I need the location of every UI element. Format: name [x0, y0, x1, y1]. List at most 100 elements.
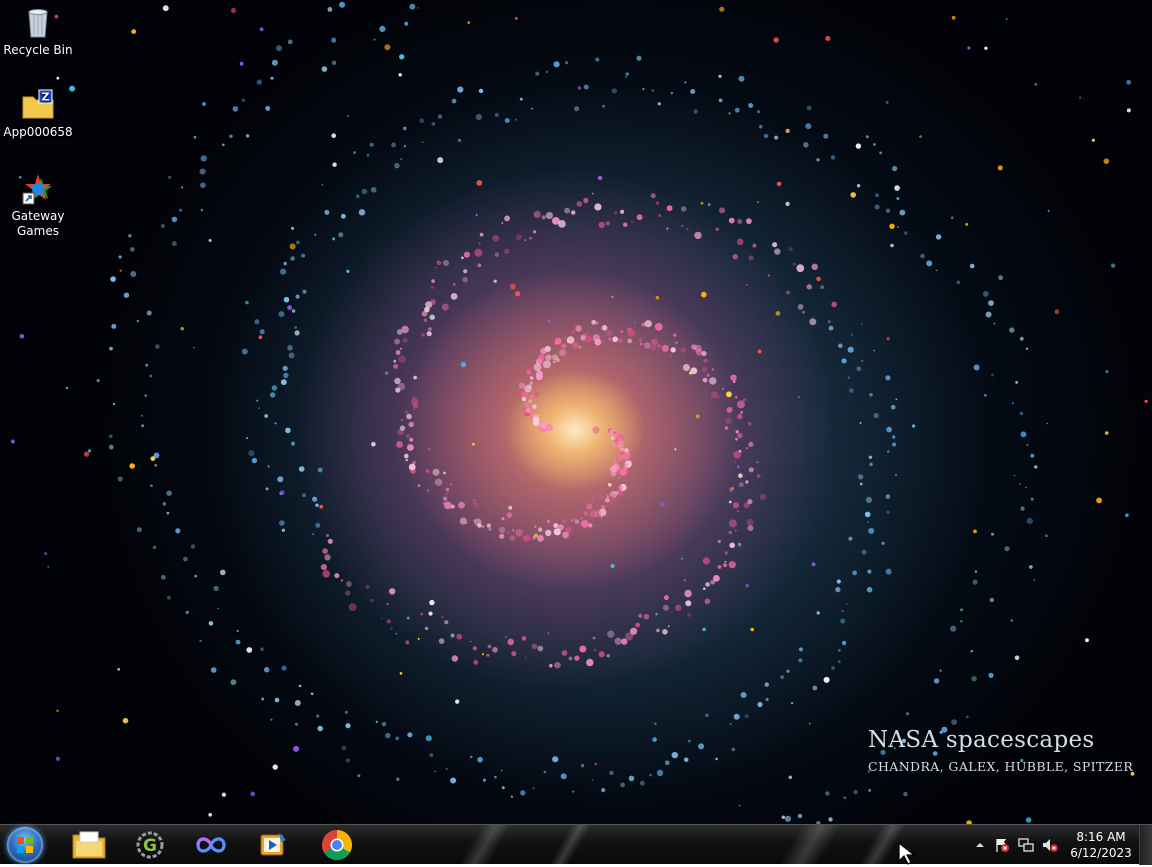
galaxy-star [591, 499, 594, 503]
galaxy-star [406, 434, 410, 438]
galaxy-star [737, 219, 743, 224]
start-button[interactable] [7, 827, 43, 863]
galaxy-star [684, 589, 692, 598]
taskbar-app-g[interactable]: G [124, 826, 176, 864]
show-hidden-icons-arrow[interactable] [972, 837, 988, 853]
galaxy-star [861, 359, 864, 362]
taskbar-clock[interactable]: 8:16 AM 6/12/2023 [1066, 829, 1136, 861]
galaxy-star [733, 502, 739, 509]
show-desktop-button[interactable] [1139, 825, 1152, 865]
galaxy-star [717, 565, 722, 569]
galaxy-star [483, 778, 486, 782]
galaxy-star [828, 817, 833, 822]
galaxy-star [701, 350, 707, 357]
desktop-icon-app000658[interactable]: Z App000658 [0, 88, 76, 140]
field-star [347, 115, 349, 117]
svg-text:Z: Z [42, 91, 50, 104]
field-star [429, 314, 435, 320]
galaxy-star [738, 75, 745, 82]
wallpaper-subtitle: CHANDRA, GALEX, HUBBLE, SPITZER [868, 759, 1134, 774]
galaxy-star [734, 396, 738, 399]
galaxy-star [554, 661, 561, 669]
taskbar-file-explorer[interactable] [63, 826, 115, 864]
galaxy-star [595, 57, 600, 62]
galaxy-star [606, 495, 609, 498]
galaxy-star [283, 261, 287, 266]
galaxy-star [507, 531, 510, 534]
field-star [973, 529, 977, 534]
galaxy-star [183, 556, 188, 562]
field-star [967, 46, 971, 50]
galaxy-star [560, 773, 567, 780]
galaxy-star [705, 713, 709, 717]
galaxy-star [725, 417, 732, 424]
taskbar: G 8:16 AM 6/12/2023 [0, 824, 1152, 865]
taskbar-app-infinity[interactable] [185, 826, 237, 864]
galaxy-star [951, 719, 957, 725]
galaxy-star [315, 503, 319, 507]
galaxy-star [594, 203, 602, 211]
desktop-icon-label: App000658 [3, 125, 73, 139]
galaxy-star [356, 194, 360, 198]
galaxy-star [892, 442, 897, 447]
action-center-flag-icon[interactable] [994, 837, 1010, 853]
galaxy-star [885, 375, 891, 381]
galaxy-star [499, 526, 506, 534]
field-star [785, 128, 790, 133]
field-star [1034, 83, 1037, 86]
galaxy-star [398, 355, 406, 363]
galaxy-star [402, 126, 407, 131]
galaxy-star [737, 510, 739, 512]
taskbar-app-media[interactable] [247, 826, 299, 864]
desktop-icon-gateway-games[interactable]: Gateway Games [0, 172, 76, 239]
galaxy-star [578, 510, 580, 513]
galaxy-star [756, 474, 761, 478]
galaxy-star [241, 348, 248, 355]
galaxy-star [389, 588, 396, 595]
field-star [119, 269, 122, 272]
galaxy-star [321, 66, 328, 72]
field-star [1091, 138, 1095, 142]
network-icon[interactable] [1018, 837, 1034, 853]
galaxy-star [353, 151, 357, 155]
galaxy-star [675, 604, 682, 611]
galaxy-star [1046, 422, 1048, 425]
galaxy-star [331, 37, 337, 43]
galaxy-star [740, 411, 743, 414]
galaxy-star [160, 224, 165, 228]
field-star [1018, 483, 1021, 485]
galaxy-star [730, 374, 737, 381]
taskbar-google-chrome[interactable] [311, 826, 363, 864]
galaxy-star [784, 815, 792, 822]
volume-muted-icon[interactable] [1042, 837, 1058, 853]
galaxy-star [552, 756, 559, 763]
galaxy-star [737, 542, 742, 547]
galaxy-star [279, 520, 285, 526]
galaxy-star [1012, 402, 1014, 405]
galaxy-star [479, 232, 484, 237]
galaxy-star [711, 368, 715, 371]
galaxy-star [612, 336, 618, 343]
galaxy-star [594, 321, 599, 325]
field-star [855, 143, 862, 149]
galaxy-star [852, 570, 857, 576]
galaxy-star [280, 379, 287, 386]
galaxy-star [811, 263, 818, 270]
field-star [816, 276, 821, 282]
desktop-icon-recycle-bin[interactable]: Recycle Bin [0, 6, 76, 58]
galaxy-star [236, 629, 239, 633]
galaxy-star [200, 155, 207, 162]
galaxy-star [108, 434, 113, 439]
galaxy-star [610, 490, 618, 499]
galaxy-star [721, 387, 725, 390]
galaxy-star [429, 753, 434, 757]
galaxy-star [586, 503, 593, 510]
galaxy-star [494, 252, 500, 257]
galaxy-star [503, 248, 510, 255]
galaxy-star [694, 231, 702, 240]
galaxy-star [816, 158, 820, 162]
galaxy-star [737, 433, 743, 439]
field-star [701, 291, 707, 298]
galaxy-star [622, 452, 630, 460]
field-star [594, 762, 597, 766]
